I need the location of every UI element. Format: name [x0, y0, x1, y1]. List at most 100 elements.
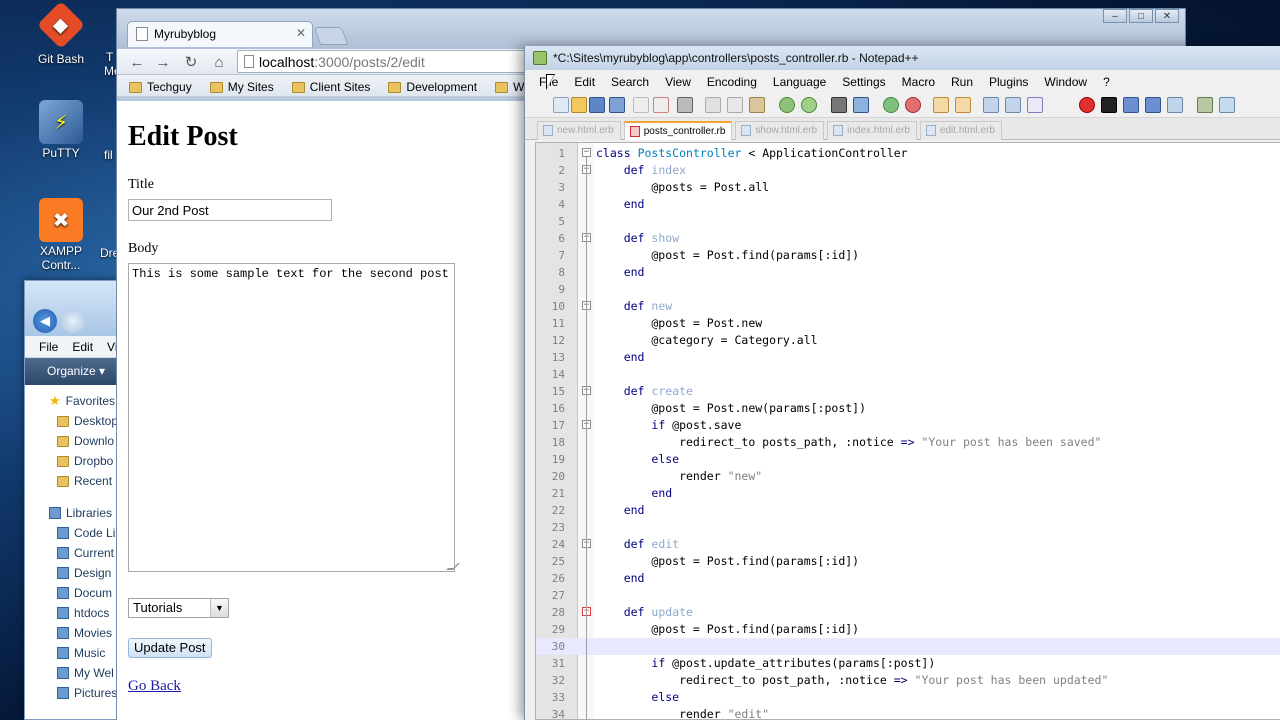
play-multiple-icon[interactable] [1145, 97, 1161, 113]
show-all-chars-icon[interactable] [1005, 97, 1021, 113]
code-line[interactable]: 25 @post = Post.find(params[:id]) [536, 553, 1280, 570]
new-tab-button[interactable] [313, 27, 349, 45]
open-file-icon[interactable] [571, 97, 587, 113]
menu-edit[interactable]: Edit [566, 75, 603, 92]
code-line[interactable]: 29 @post = Post.find(params[:id]) [536, 621, 1280, 638]
fold-toggle-icon[interactable]: − [582, 148, 591, 157]
menu-run[interactable]: Run [943, 75, 981, 92]
code-line[interactable]: 34 render "edit" [536, 706, 1280, 720]
code-line[interactable]: 20 render "new" [536, 468, 1280, 485]
menu-help[interactable]: ? [1095, 75, 1118, 92]
cut-icon[interactable] [705, 97, 721, 113]
sync-v-icon[interactable] [933, 97, 949, 113]
tab-posts-controller-rb[interactable]: posts_controller.rb [623, 121, 733, 140]
zoom-in-icon[interactable] [883, 97, 899, 113]
desktop-icon-partial[interactable]: T [106, 50, 113, 64]
code-line[interactable]: 3 @posts = Post.all [536, 179, 1280, 196]
resize-grip-icon[interactable] [446, 563, 460, 570]
bookmark-folder[interactable]: Development [388, 78, 477, 96]
back-arrow-icon[interactable]: ◀ [33, 309, 57, 333]
code-line[interactable]: 5 [536, 213, 1280, 230]
print-icon[interactable] [677, 97, 693, 113]
update-post-button[interactable]: Update Post [128, 638, 212, 658]
code-line[interactable]: 22 end [536, 502, 1280, 519]
tab-show-html-erb[interactable]: show.html.erb [735, 121, 825, 140]
menu-window[interactable]: Window [1036, 75, 1095, 92]
bookmark-folder[interactable]: Techguy [129, 78, 192, 96]
save-macro-icon[interactable] [1167, 97, 1183, 113]
code-line[interactable]: 33 else [536, 689, 1280, 706]
code-line[interactable]: 1 − class PostsController < ApplicationCon… [536, 145, 1280, 162]
close-button[interactable]: ✕ [1155, 9, 1179, 23]
menu-search[interactable]: Search [603, 75, 657, 92]
code-line[interactable]: 7 @post = Post.find(params[:id]) [536, 247, 1280, 264]
menu-language[interactable]: Language [765, 75, 834, 92]
undo-icon[interactable] [779, 97, 795, 113]
menu-edit[interactable]: Edit [72, 340, 93, 357]
forward-icon[interactable]: → [153, 52, 173, 72]
code-line[interactable]: 8 end [536, 264, 1280, 281]
menu-file[interactable]: File [39, 340, 58, 357]
code-line[interactable]: 13 end [536, 349, 1280, 366]
code-line[interactable]: 21 end [536, 485, 1280, 502]
home-icon[interactable]: ⌂ [209, 52, 229, 72]
code-line[interactable]: 24− def edit [536, 536, 1280, 553]
code-line[interactable]: 9 [536, 281, 1280, 298]
menu-macro[interactable]: Macro [894, 75, 943, 92]
back-icon[interactable]: ← [127, 52, 147, 72]
paste-icon[interactable] [749, 97, 765, 113]
tab-edit-html-erb[interactable]: edit.html.erb [919, 121, 1002, 140]
title-field[interactable]: Our 2nd Post [128, 199, 332, 221]
code-line[interactable]: 12 @category = Category.all [536, 332, 1280, 349]
code-line[interactable]: 31 if @post.update_attributes(params[:po… [536, 655, 1280, 672]
minimize-button[interactable]: – [1103, 9, 1127, 23]
word-wrap-icon[interactable] [983, 97, 999, 113]
tab-index-html-erb[interactable]: index.html.erb [827, 121, 917, 140]
menu-view[interactable]: View [657, 75, 699, 92]
desktop-icon-partial[interactable]: fil [104, 148, 113, 162]
code-line[interactable]: 14 [536, 366, 1280, 383]
close-file-icon[interactable] [633, 97, 649, 113]
stop-macro-icon[interactable] [1101, 97, 1117, 113]
bookmark-folder[interactable]: Client Sites [291, 78, 370, 96]
play-macro-icon[interactable] [1123, 97, 1139, 113]
desktop-icon-putty[interactable]: ⚡ PuTTY [22, 100, 100, 160]
indent-guide-icon[interactable] [1027, 97, 1043, 113]
browser-tab[interactable]: Myrubyblog ✕ [127, 21, 313, 47]
close-all-icon[interactable] [653, 97, 669, 113]
code-line[interactable]: 2− def index [536, 162, 1280, 179]
forward-arrow-icon[interactable] [61, 309, 85, 333]
desktop-icon-git-bash[interactable]: ◆ Git Bash [22, 0, 100, 66]
save-icon[interactable] [589, 97, 605, 113]
code-line[interactable]: 10− def new [536, 298, 1280, 315]
menu-settings[interactable]: Settings [834, 75, 893, 92]
code-line[interactable]: 18 redirect_to posts_path, :notice => "Y… [536, 434, 1280, 451]
code-editor[interactable]: 1 − class PostsController < ApplicationCon… [535, 142, 1280, 720]
code-line[interactable]: 23 [536, 519, 1280, 536]
category-select[interactable]: Tutorials ▼ [128, 598, 229, 618]
sync-h-icon[interactable] [955, 97, 971, 113]
find-icon[interactable] [831, 97, 847, 113]
desktop-icon-xampp[interactable]: ✖ XAMPP Contr... [22, 198, 100, 272]
close-icon[interactable]: ✕ [296, 26, 306, 40]
maximize-button[interactable]: □ [1129, 9, 1153, 23]
address-bar[interactable]: localhost:3000/posts/2/edit [237, 50, 537, 73]
code-line[interactable]: 27 [536, 587, 1280, 604]
code-line[interactable]: 19 else [536, 451, 1280, 468]
code-line[interactable]: 26 end [536, 570, 1280, 587]
code-line[interactable]: 16 @post = Post.new(params[:post]) [536, 400, 1280, 417]
record-macro-icon[interactable] [1079, 97, 1095, 113]
code-line[interactable]: 6− def show [536, 230, 1280, 247]
copy-icon[interactable] [727, 97, 743, 113]
bookmark-folder[interactable]: My Sites [209, 78, 274, 96]
menu-plugins[interactable]: Plugins [981, 75, 1036, 92]
code-line[interactable]: 32 redirect_to post_path, :notice => "Yo… [536, 672, 1280, 689]
code-line[interactable]: 30 [536, 638, 1280, 655]
spellcheck-icon[interactable] [1219, 97, 1235, 113]
code-line[interactable]: 11 @post = Post.new [536, 315, 1280, 332]
menu-encoding[interactable]: Encoding [699, 75, 765, 92]
replace-icon[interactable] [853, 97, 869, 113]
plugin-icon[interactable] [1197, 97, 1213, 113]
zoom-out-icon[interactable] [905, 97, 921, 113]
code-line[interactable]: 15− def create [536, 383, 1280, 400]
